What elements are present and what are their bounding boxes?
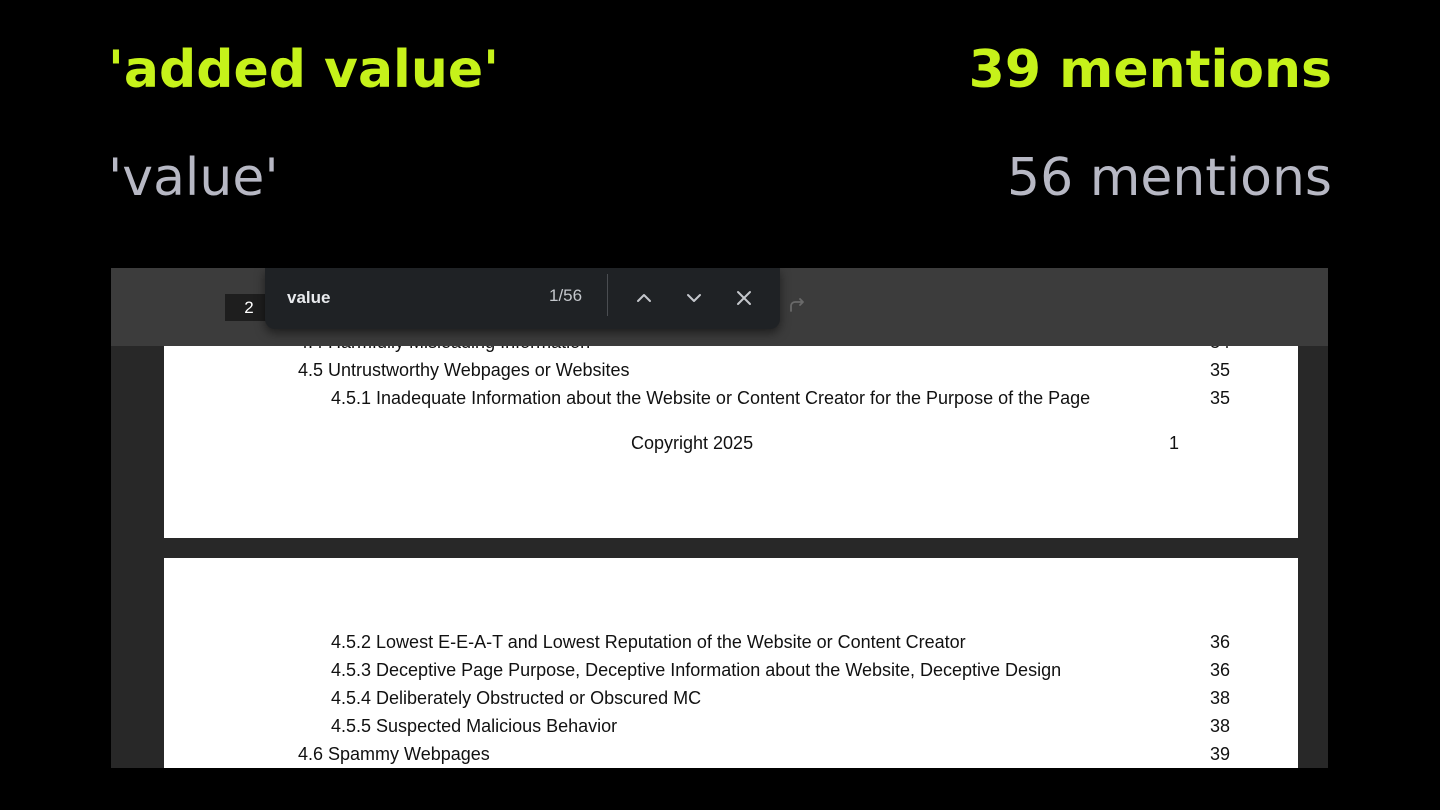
find-input[interactable] [287, 285, 527, 311]
toc-page-number: 38 [1210, 716, 1231, 736]
find-previous-button[interactable] [628, 282, 660, 314]
value-term: 'value' [108, 148, 279, 208]
page-footer-copyright: Copyright 2025 [631, 433, 754, 453]
toc-page-number: 35 [1210, 360, 1231, 380]
chevron-up-icon [637, 294, 651, 302]
toc-entry[interactable]: 4.5.3 Deceptive Page Purpose, Deceptive … [331, 660, 1061, 681]
close-icon [737, 291, 751, 305]
toc-entry[interactable]: 4.5 Untrustworthy Webpages or Websites [298, 360, 630, 381]
toc-page-number: 38 [1210, 688, 1231, 708]
find-divider [607, 274, 608, 316]
toc-entry[interactable]: 4.6 Spammy Webpages [298, 744, 490, 765]
chevron-down-icon [687, 294, 701, 302]
page-footer-number: 1 [1169, 433, 1180, 453]
toc-page-number: 36 [1210, 632, 1231, 652]
added-value-count: 39 mentions [968, 40, 1332, 100]
find-next-button[interactable] [678, 282, 710, 314]
toc-entry[interactable]: 4.5.2 Lowest E-E-A-T and Lowest Reputati… [331, 632, 966, 653]
find-close-button[interactable] [728, 282, 760, 314]
rotate-icon[interactable] [787, 297, 807, 317]
toc-page-number: 36 [1210, 660, 1231, 680]
pdf-page: 4.5.2 Lowest E-E-A-T and Lowest Reputati… [164, 558, 1298, 768]
toc-entry[interactable]: 4.5.5 Suspected Malicious Behavior [331, 716, 617, 737]
toc-entry[interactable]: 4.5.1 Inadequate Information about the W… [331, 388, 1090, 409]
toc-entry[interactable]: 4.5.4 Deliberately Obstructed or Obscure… [331, 688, 701, 709]
toc-page-number: 39 [1210, 744, 1231, 764]
pdf-viewer: 2 1/56 4.4 Harmfully Misleading Informat… [111, 268, 1328, 768]
toc-page-number: 35 [1210, 388, 1231, 408]
find-bar: 1/56 [265, 268, 780, 329]
added-value-term: 'added value' [108, 40, 500, 100]
value-count: 56 mentions [1007, 148, 1332, 208]
find-match-count: 1/56 [549, 286, 583, 305]
